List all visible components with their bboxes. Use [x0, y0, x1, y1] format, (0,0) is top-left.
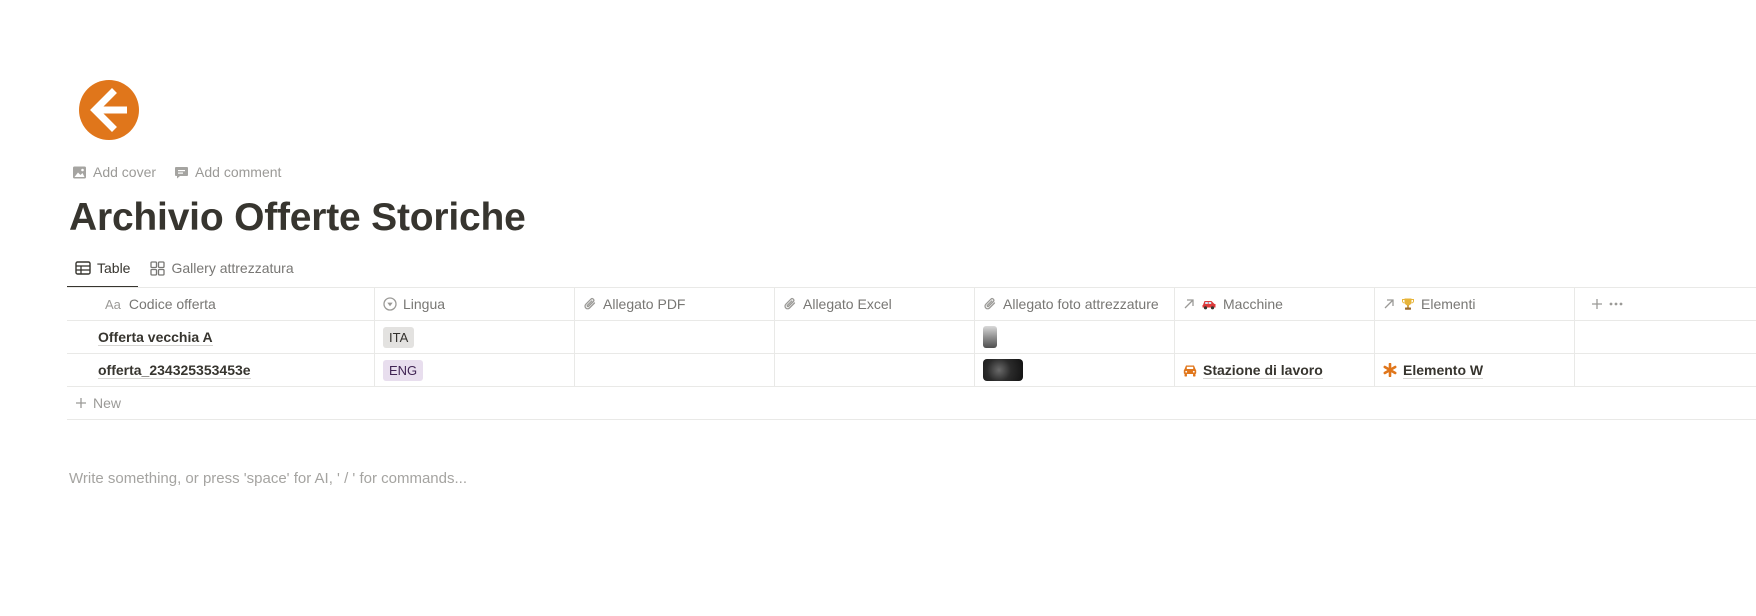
more-options-icon[interactable]	[1609, 302, 1623, 306]
new-row-button[interactable]: New	[67, 387, 1756, 420]
plus-icon	[76, 398, 86, 408]
cell-allegato-excel[interactable]	[775, 354, 975, 386]
car-icon	[1183, 365, 1197, 376]
row-title[interactable]: Offerta vecchia A	[98, 329, 213, 346]
page-actions: Add cover Add comment	[70, 161, 283, 183]
machine-thumbnail[interactable]	[983, 359, 1023, 381]
tab-table[interactable]: Table	[67, 254, 139, 288]
cell-macchine[interactable]: Stazione di lavoro	[1175, 354, 1375, 386]
table-icon	[75, 261, 91, 275]
column-label: Macchine	[1223, 296, 1283, 312]
cell-allegato-pdf[interactable]	[575, 354, 775, 386]
cell-empty	[1575, 321, 1756, 353]
add-property-icon[interactable]	[1591, 298, 1603, 310]
cell-codice-offerta[interactable]: offerta_234325353453e	[67, 354, 375, 386]
trophy-icon	[1402, 298, 1414, 310]
add-cover-label: Add cover	[93, 164, 157, 180]
relation-arrow-icon	[1184, 299, 1194, 309]
cell-empty	[1575, 354, 1756, 386]
text-property-icon: Aa	[105, 296, 121, 312]
cell-lingua[interactable]: ITA	[375, 321, 575, 353]
cell-allegato-pdf[interactable]	[575, 321, 775, 353]
language-tag: ITA	[383, 326, 415, 348]
gallery-icon	[150, 260, 166, 276]
comment-icon	[175, 166, 189, 178]
tab-gallery-label: Gallery attrezzatura	[171, 260, 294, 276]
database-table: Aa Codice offerta Lingua Allegato PDF Al…	[67, 287, 1756, 420]
column-header-lingua[interactable]: Lingua	[375, 288, 575, 320]
editor-placeholder[interactable]: Write something, or press 'space' for AI…	[69, 470, 467, 487]
cell-codice-offerta[interactable]: Offerta vecchia A	[67, 321, 375, 353]
add-comment-label: Add comment	[195, 164, 282, 180]
cell-lingua[interactable]: ENG	[375, 354, 575, 386]
relation-elemento-w[interactable]: Elemento W	[1383, 361, 1484, 379]
column-label: Allegato foto attrezzature	[1003, 296, 1159, 312]
relation-label: Elemento W	[1403, 361, 1484, 379]
add-comment-button[interactable]: Add comment	[172, 161, 283, 183]
cell-allegato-foto[interactable]	[975, 321, 1175, 353]
view-tabs: Table Gallery attrezzatura	[67, 254, 302, 288]
column-label: Allegato PDF	[603, 296, 686, 312]
paperclip-icon	[584, 298, 596, 310]
add-cover-button[interactable]: Add cover	[70, 161, 158, 183]
row-title[interactable]: offerta_234325353453e	[98, 362, 251, 379]
column-header-elementi[interactable]: Elementi	[1375, 288, 1575, 320]
column-label: Lingua	[403, 296, 446, 312]
column-header-allegato-excel[interactable]: Allegato Excel	[775, 288, 975, 320]
cell-allegato-excel[interactable]	[775, 321, 975, 353]
table-header: Aa Codice offerta Lingua Allegato PDF Al…	[67, 288, 1756, 321]
paperclip-icon	[984, 298, 996, 310]
column-label: Allegato Excel	[803, 296, 892, 312]
page-arrow-left-icon[interactable]	[79, 80, 139, 140]
asterisk-icon	[1383, 363, 1397, 377]
table-row[interactable]: Offerta vecchia A ITA	[67, 321, 1756, 354]
column-label: Elementi	[1421, 296, 1476, 312]
column-header-codice-offerta[interactable]: Aa Codice offerta	[67, 288, 375, 320]
column-header-macchine[interactable]: Macchine	[1175, 288, 1375, 320]
relation-arrow-icon	[1384, 299, 1394, 309]
column-header-allegato-foto[interactable]: Allegato foto attrezzature	[975, 288, 1175, 320]
car-icon	[1202, 301, 1216, 310]
cell-allegato-foto[interactable]	[975, 354, 1175, 386]
cell-elementi[interactable]: Elemento W	[1375, 354, 1575, 386]
page-title[interactable]: Archivio Offerte Storiche	[69, 192, 526, 244]
paperclip-icon	[784, 298, 796, 310]
column-label: Codice offerta	[128, 296, 216, 312]
table-row[interactable]: offerta_234325353453e ENG Stazione di la…	[67, 354, 1756, 387]
column-header-actions	[1575, 288, 1756, 320]
tab-gallery-attrezzatura[interactable]: Gallery attrezzatura	[142, 254, 301, 282]
bottle-thumbnail[interactable]	[983, 326, 997, 348]
tab-table-label: Table	[97, 260, 131, 276]
image-icon	[73, 166, 86, 178]
cell-elementi[interactable]	[1375, 321, 1575, 353]
column-header-allegato-pdf[interactable]: Allegato PDF	[575, 288, 775, 320]
cell-macchine[interactable]	[1175, 321, 1375, 353]
relation-stazione-di-lavoro[interactable]: Stazione di lavoro	[1183, 362, 1323, 379]
language-tag: ENG	[383, 359, 424, 381]
new-row-label: New	[93, 395, 122, 411]
relation-label: Stazione di lavoro	[1203, 361, 1323, 379]
select-icon	[383, 297, 397, 311]
